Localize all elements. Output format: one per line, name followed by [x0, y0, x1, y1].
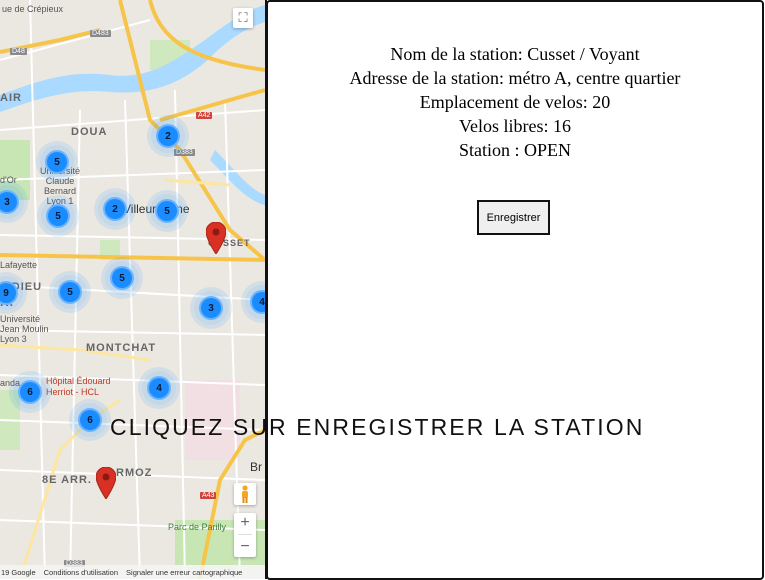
cluster-count: 2 [103, 197, 127, 221]
fullscreen-icon: ⛶ [238, 10, 248, 25]
fullscreen-button[interactable]: ⛶ [233, 8, 253, 28]
map-footer: 19 Google Conditions d'utilisation Signa… [0, 565, 265, 579]
place-label-air: AIR [0, 92, 22, 104]
station-cluster[interactable]: 4 [142, 371, 176, 405]
instruction-text: CLIQUEZ SUR ENREGISTRER LA STATION [110, 414, 645, 440]
place-label-bron: Br [250, 460, 262, 474]
place-label-dor: d'Or [0, 175, 17, 185]
station-cluster[interactable]: 2 [151, 119, 185, 153]
station-status: Station : OPEN [458, 140, 571, 160]
station-cluster[interactable]: 6 [73, 403, 107, 437]
station-bike-slots: Emplacement de velos: 20 [419, 92, 611, 112]
zoom-out-button[interactable]: − [240, 538, 249, 556]
place-label-hopital: Hôpital Édouard Herriot - HCL [46, 376, 111, 397]
cluster-count: 9 [0, 281, 18, 305]
cluster-count: 6 [78, 408, 102, 432]
road-badge-d483: D483 [90, 30, 111, 37]
map-view[interactable]: ue de Crépieux DOUA AIR d'Or Université … [0, 0, 267, 579]
cluster-count: 3 [199, 296, 223, 320]
cluster-count: 5 [155, 199, 179, 223]
zoom-divider [238, 534, 252, 536]
map-copyright: 19 Google [1, 567, 36, 577]
cluster-count: 5 [46, 204, 70, 228]
station-marker[interactable] [206, 222, 226, 254]
place-label-8e-arr: 8E ARR. [42, 474, 92, 486]
station-name: Nom de la station: Cusset / Voyant [390, 44, 640, 64]
report-error-link[interactable]: Signaler une erreur cartographique [126, 568, 242, 577]
cluster-count: 2 [156, 124, 180, 148]
station-address: Adresse de la station: métro A, centre q… [349, 68, 681, 88]
cluster-count: 5 [58, 280, 82, 304]
station-cluster[interactable]: 6 [13, 375, 47, 409]
zoom-in-button[interactable]: + [240, 514, 249, 532]
pegman-icon [242, 485, 248, 503]
road-badge-d48: D48 [10, 48, 27, 55]
cluster-count: 5 [110, 266, 134, 290]
station-cluster[interactable]: 5 [105, 261, 139, 295]
station-cluster[interactable]: 5 [150, 194, 184, 228]
place-label-armoz: RMOZ [116, 467, 153, 479]
cluster-count: 4 [250, 290, 265, 314]
terms-link[interactable]: Conditions d'utilisation [44, 568, 118, 577]
place-label-lafayette: Lafayette [0, 260, 38, 270]
cluster-count: 4 [147, 376, 171, 400]
station-info-panel: Nom de la station: Cusset / Voyant Adres… [266, 0, 764, 580]
station-details: Nom de la station: Cusset / Voyant Adres… [268, 42, 762, 162]
station-cluster[interactable]: 2 [98, 192, 132, 226]
cluster-count: 5 [45, 150, 69, 174]
station-marker[interactable] [96, 467, 116, 499]
station-free-bikes: Velos libres: 16 [459, 116, 571, 136]
place-label-doua: DOUA [71, 126, 108, 138]
station-cluster[interactable]: 3 [194, 291, 228, 325]
street-view-pegman[interactable] [234, 483, 256, 505]
cluster-count: 6 [18, 380, 42, 404]
cluster-count: 3 [0, 190, 19, 214]
station-cluster[interactable]: 5 [53, 275, 87, 309]
zoom-control: + − [234, 513, 256, 557]
road-badge-a43: A43 [200, 492, 217, 499]
place-label-parilly: Parc de Parilly [168, 522, 227, 532]
place-label-crepieux: ue de Crépieux [2, 4, 64, 14]
place-label-montchat: MONTCHAT [86, 342, 157, 354]
save-button[interactable]: Enregistrer [477, 200, 550, 235]
road-badge-a42: A42 [196, 112, 213, 119]
place-label-moulin: Université Jean Moulin Lyon 3 [0, 314, 49, 344]
station-cluster[interactable]: 5 [41, 199, 75, 233]
station-cluster[interactable]: 5 [40, 145, 74, 179]
